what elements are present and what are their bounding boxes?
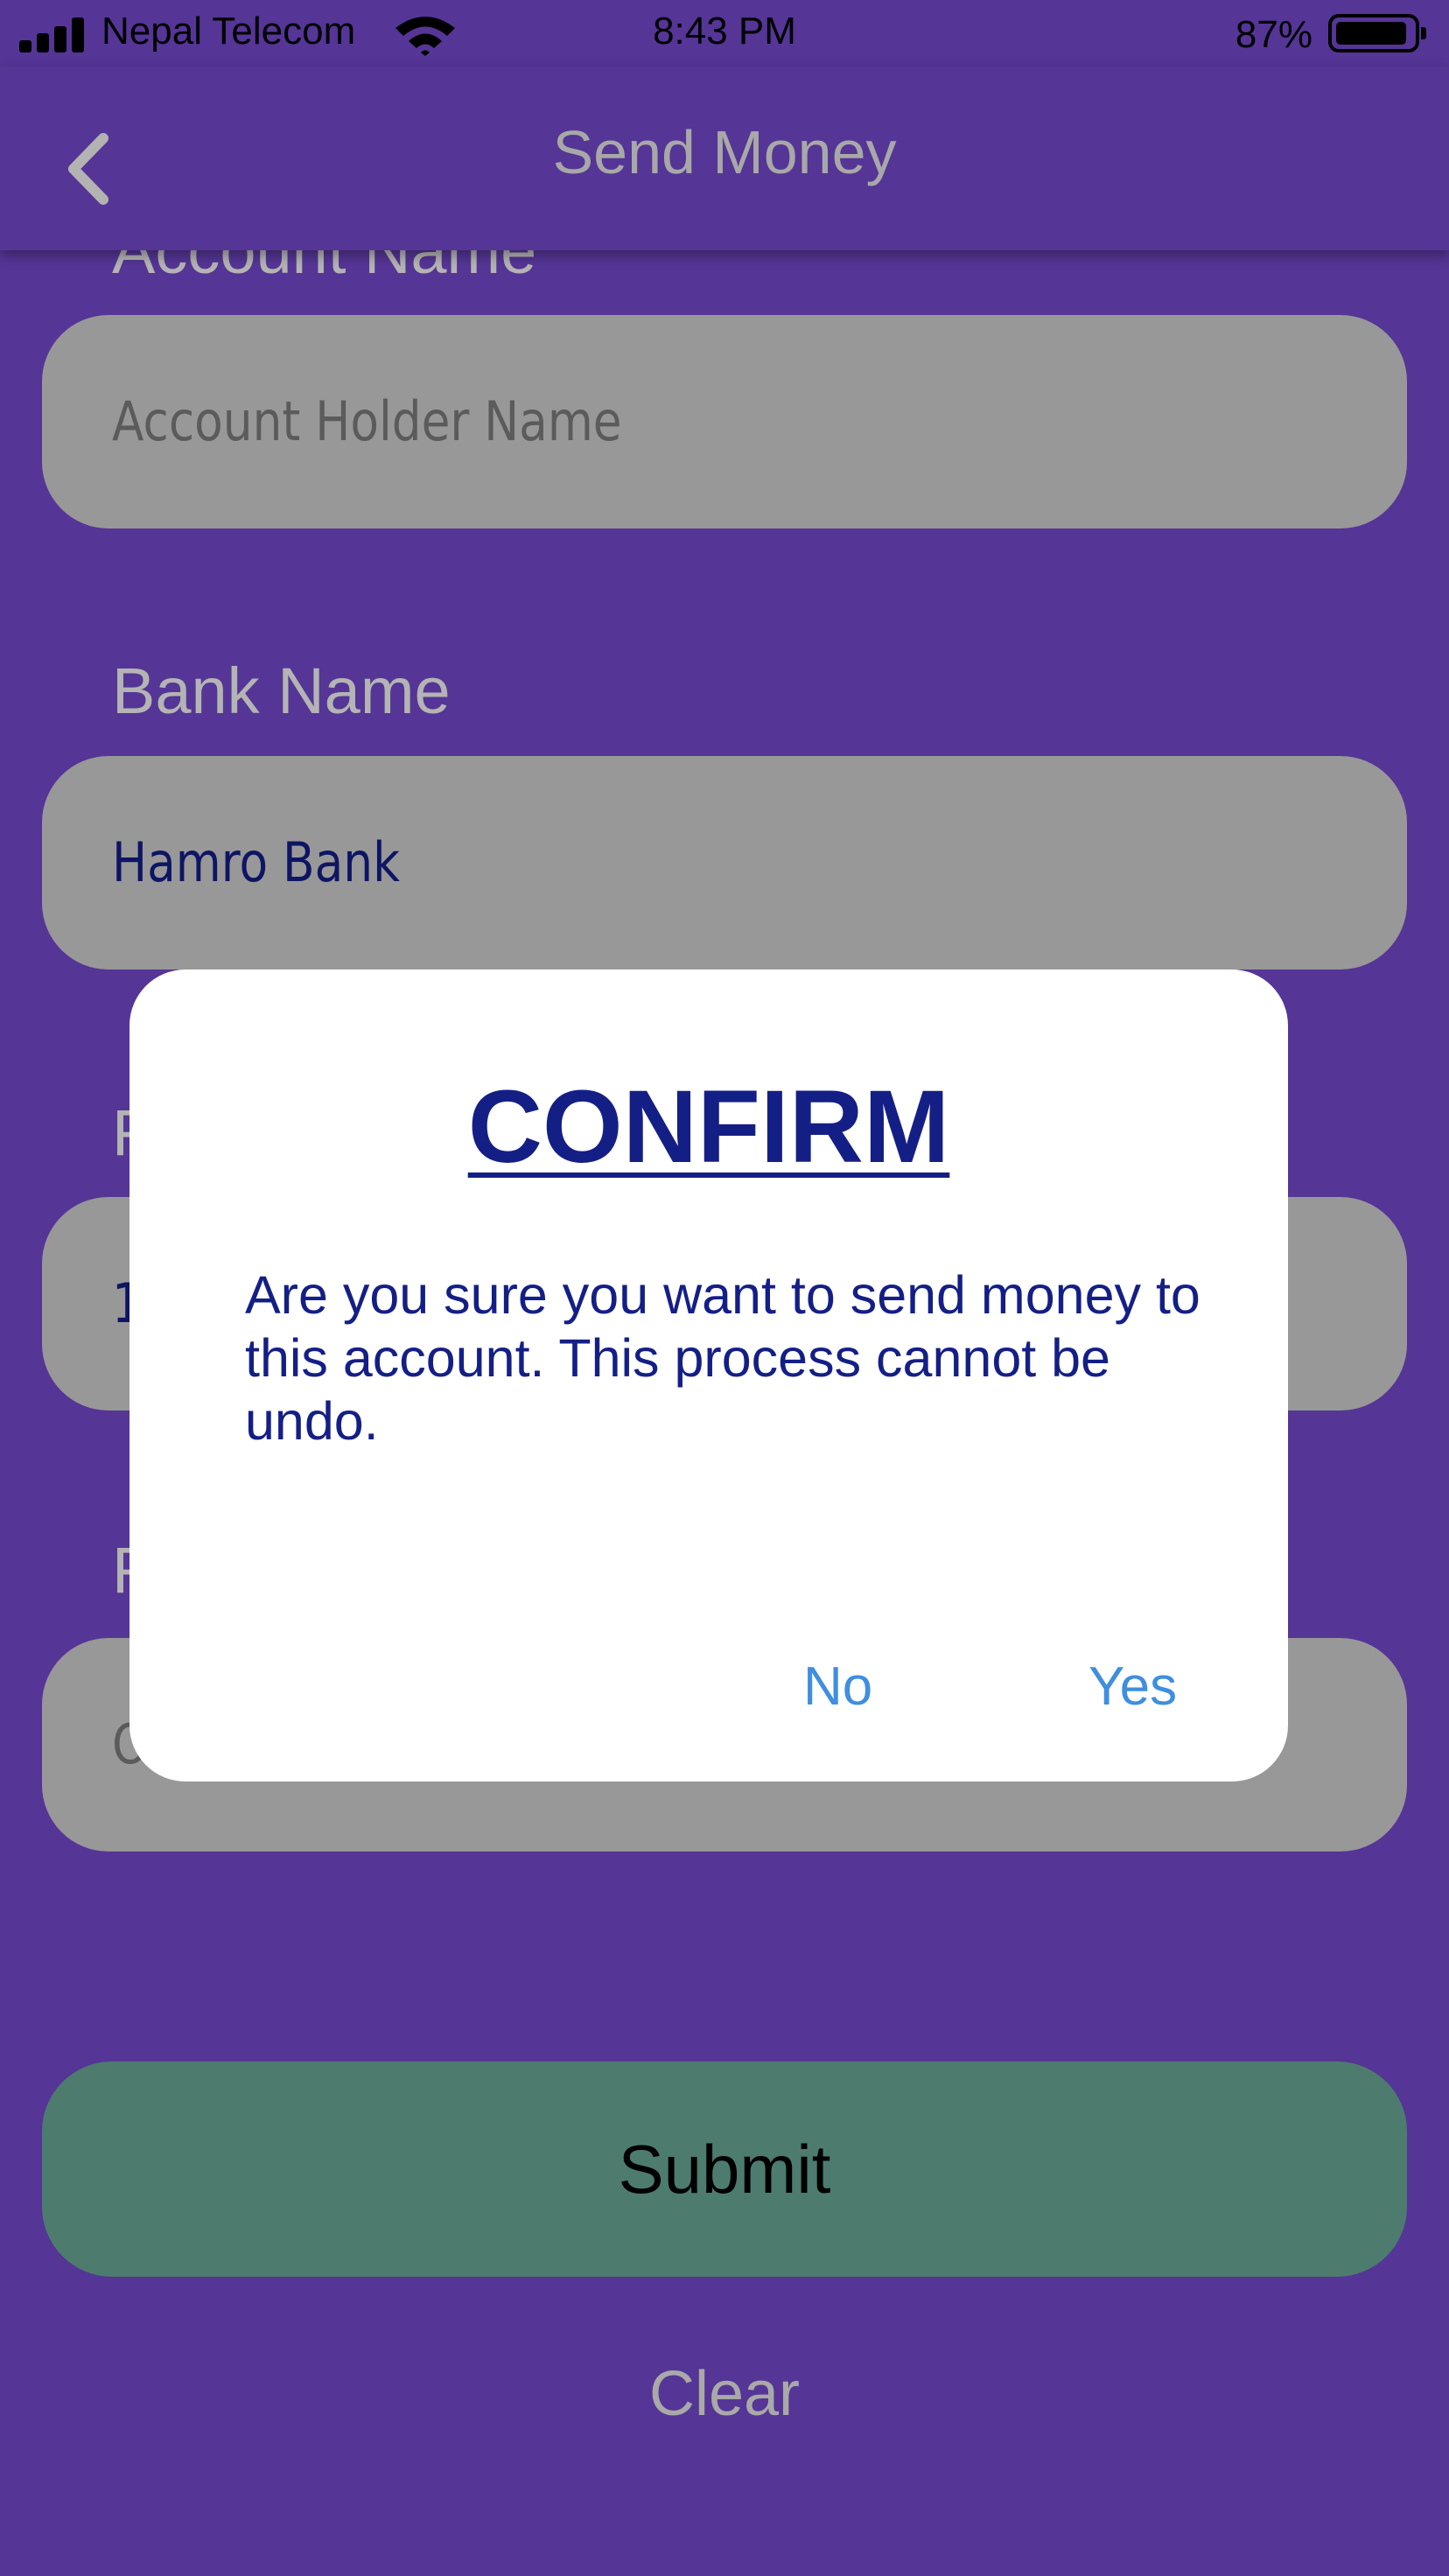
confirm-dialog: CONFIRM Are you sure you want to send mo… — [130, 970, 1288, 1782]
submit-button[interactable]: Submit — [42, 2062, 1407, 2277]
navigation-bar: Send Money — [0, 66, 1449, 250]
clear-button[interactable]: Clear — [0, 2350, 1449, 2438]
yes-button[interactable]: Yes — [1088, 1643, 1177, 1731]
bank-name-value: Hamro Bank — [112, 830, 400, 894]
no-button[interactable]: No — [803, 1643, 872, 1731]
dialog-message: Are you sure you want to send money to t… — [245, 1265, 1200, 1451]
dialog-title-text: CONFIRM — [467, 1069, 950, 1185]
bank-name-input[interactable]: Hamro Bank — [42, 756, 1407, 970]
account-holder-name-input[interactable]: Account Holder Name — [42, 315, 1407, 528]
page-title: Send Money — [552, 118, 897, 186]
account-holder-name-placeholder: Account Holder Name — [112, 389, 622, 453]
dialog-title: CONFIRM — [130, 1066, 1288, 1188]
bank-name-label: Bank Name — [112, 654, 451, 727]
